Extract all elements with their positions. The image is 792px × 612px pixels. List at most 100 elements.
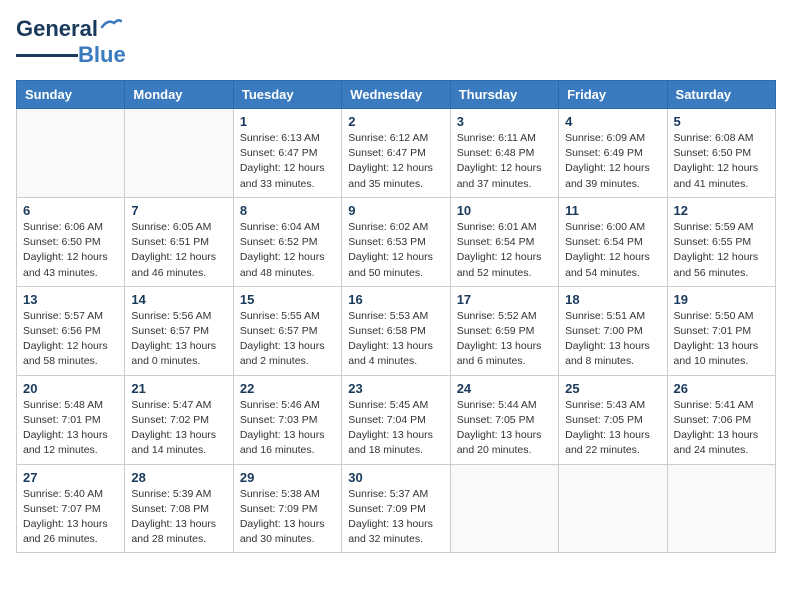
calendar-cell: 28Sunrise: 5:39 AMSunset: 7:08 PMDayligh…: [125, 464, 233, 553]
day-info: Sunrise: 6:01 AMSunset: 6:54 PMDaylight:…: [457, 220, 552, 281]
day-number: 9: [348, 203, 443, 218]
day-info: Sunrise: 6:00 AMSunset: 6:54 PMDaylight:…: [565, 220, 660, 281]
week-row-3: 13 Sunrise: 5:57 AMSunset: 6:56 PMDayligh…: [17, 286, 776, 375]
day-number: 24: [457, 381, 552, 396]
day-info: Sunrise: 5:50 AMSunset: 7:01 PMDaylight:…: [674, 309, 769, 370]
day-number: 14: [131, 292, 226, 307]
day-info: Sunrise: 6:05 AMSunset: 6:51 PMDaylight:…: [131, 220, 226, 281]
day-number: 19: [674, 292, 769, 307]
day-info: Sunrise: 6:04 AMSunset: 6:52 PMDaylight:…: [240, 220, 335, 281]
logo-text-general: General: [16, 16, 98, 42]
calendar-cell: 26Sunrise: 5:41 AMSunset: 7:06 PMDayligh…: [667, 375, 775, 464]
logo-text-blue: Blue: [78, 42, 126, 68]
day-info: Sunrise: 6:13 AMSunset: 6:47 PMDaylight:…: [240, 131, 335, 192]
calendar-cell: 10 Sunrise: 6:01 AMSunset: 6:54 PMDayligh…: [450, 197, 558, 286]
weekday-header-monday: Monday: [125, 81, 233, 109]
calendar-cell: 11 Sunrise: 6:00 AMSunset: 6:54 PMDayligh…: [559, 197, 667, 286]
weekday-header-sunday: Sunday: [17, 81, 125, 109]
calendar-cell: 3 Sunrise: 6:11 AMSunset: 6:48 PMDaylight…: [450, 109, 558, 198]
week-row-1: 1 Sunrise: 6:13 AMSunset: 6:47 PMDaylight…: [17, 109, 776, 198]
calendar-cell: 15Sunrise: 5:55 AMSunset: 6:57 PMDayligh…: [233, 286, 341, 375]
week-row-4: 20 Sunrise: 5:48 AMSunset: 7:01 PMDayligh…: [17, 375, 776, 464]
day-info: Sunrise: 5:40 AMSunset: 7:07 PMDaylight:…: [23, 487, 118, 548]
day-number: 17: [457, 292, 552, 307]
day-number: 13: [23, 292, 118, 307]
calendar-cell: 8Sunrise: 6:04 AMSunset: 6:52 PMDaylight…: [233, 197, 341, 286]
day-info: Sunrise: 5:55 AMSunset: 6:57 PMDaylight:…: [240, 309, 335, 370]
day-number: 28: [131, 470, 226, 485]
day-info: Sunrise: 5:46 AMSunset: 7:03 PMDaylight:…: [240, 398, 335, 459]
day-number: 6: [23, 203, 118, 218]
day-number: 29: [240, 470, 335, 485]
day-info: Sunrise: 5:44 AMSunset: 7:05 PMDaylight:…: [457, 398, 552, 459]
calendar-cell: 23 Sunrise: 5:45 AMSunset: 7:04 PMDayligh…: [342, 375, 450, 464]
calendar-cell: 24 Sunrise: 5:44 AMSunset: 7:05 PMDayligh…: [450, 375, 558, 464]
logo: General Blue: [16, 16, 126, 68]
day-number: 18: [565, 292, 660, 307]
weekday-header-row: SundayMondayTuesdayWednesdayThursdayFrid…: [17, 81, 776, 109]
day-number: 12: [674, 203, 769, 218]
day-number: 21: [131, 381, 226, 396]
day-number: 27: [23, 470, 118, 485]
day-info: Sunrise: 6:09 AMSunset: 6:49 PMDaylight:…: [565, 131, 660, 192]
calendar-cell: 20 Sunrise: 5:48 AMSunset: 7:01 PMDayligh…: [17, 375, 125, 464]
day-info: Sunrise: 5:56 AMSunset: 6:57 PMDaylight:…: [131, 309, 226, 370]
day-info: Sunrise: 5:47 AMSunset: 7:02 PMDaylight:…: [131, 398, 226, 459]
calendar-table: SundayMondayTuesdayWednesdayThursdayFrid…: [16, 80, 776, 553]
day-number: 20: [23, 381, 118, 396]
day-info: Sunrise: 5:37 AMSunset: 7:09 PMDaylight:…: [348, 487, 443, 548]
day-info: Sunrise: 5:52 AMSunset: 6:59 PMDaylight:…: [457, 309, 552, 370]
weekday-header-saturday: Saturday: [667, 81, 775, 109]
day-info: Sunrise: 5:53 AMSunset: 6:58 PMDaylight:…: [348, 309, 443, 370]
week-row-5: 27 Sunrise: 5:40 AMSunset: 7:07 PMDayligh…: [17, 464, 776, 553]
logo-bird-icon: [100, 17, 122, 35]
day-info: Sunrise: 6:11 AMSunset: 6:48 PMDaylight:…: [457, 131, 552, 192]
day-info: Sunrise: 5:38 AMSunset: 7:09 PMDaylight:…: [240, 487, 335, 548]
weekday-header-thursday: Thursday: [450, 81, 558, 109]
calendar-cell: 18 Sunrise: 5:51 AMSunset: 7:00 PMDayligh…: [559, 286, 667, 375]
day-info: Sunrise: 5:43 AMSunset: 7:05 PMDaylight:…: [565, 398, 660, 459]
weekday-header-friday: Friday: [559, 81, 667, 109]
day-info: Sunrise: 5:57 AMSunset: 6:56 PMDaylight:…: [23, 309, 118, 370]
calendar-cell: 17 Sunrise: 5:52 AMSunset: 6:59 PMDayligh…: [450, 286, 558, 375]
day-info: Sunrise: 5:51 AMSunset: 7:00 PMDaylight:…: [565, 309, 660, 370]
calendar-cell: 12 Sunrise: 5:59 AMSunset: 6:55 PMDayligh…: [667, 197, 775, 286]
calendar-cell: [559, 464, 667, 553]
calendar-cell: 7 Sunrise: 6:05 AMSunset: 6:51 PMDaylight…: [125, 197, 233, 286]
week-row-2: 6 Sunrise: 6:06 AMSunset: 6:50 PMDaylight…: [17, 197, 776, 286]
day-number: 11: [565, 203, 660, 218]
day-number: 10: [457, 203, 552, 218]
day-number: 7: [131, 203, 226, 218]
day-number: 25: [565, 381, 660, 396]
calendar-cell: 9 Sunrise: 6:02 AMSunset: 6:53 PMDaylight…: [342, 197, 450, 286]
day-number: 5: [674, 114, 769, 129]
calendar-cell: [450, 464, 558, 553]
page-header: General Blue: [16, 16, 776, 68]
day-info: Sunrise: 5:41 AMSunset: 7:06 PMDaylight:…: [674, 398, 769, 459]
weekday-header-tuesday: Tuesday: [233, 81, 341, 109]
day-info: Sunrise: 6:02 AMSunset: 6:53 PMDaylight:…: [348, 220, 443, 281]
day-info: Sunrise: 5:59 AMSunset: 6:55 PMDaylight:…: [674, 220, 769, 281]
day-number: 2: [348, 114, 443, 129]
calendar-cell: 13 Sunrise: 5:57 AMSunset: 6:56 PMDayligh…: [17, 286, 125, 375]
calendar-cell: 30 Sunrise: 5:37 AMSunset: 7:09 PMDayligh…: [342, 464, 450, 553]
day-number: 1: [240, 114, 335, 129]
calendar-cell: 27 Sunrise: 5:40 AMSunset: 7:07 PMDayligh…: [17, 464, 125, 553]
calendar-cell: 2 Sunrise: 6:12 AMSunset: 6:47 PMDaylight…: [342, 109, 450, 198]
calendar-cell: 22 Sunrise: 5:46 AMSunset: 7:03 PMDayligh…: [233, 375, 341, 464]
day-number: 22: [240, 381, 335, 396]
calendar-cell: 4 Sunrise: 6:09 AMSunset: 6:49 PMDaylight…: [559, 109, 667, 198]
weekday-header-wednesday: Wednesday: [342, 81, 450, 109]
day-number: 23: [348, 381, 443, 396]
day-info: Sunrise: 5:48 AMSunset: 7:01 PMDaylight:…: [23, 398, 118, 459]
calendar-cell: 29 Sunrise: 5:38 AMSunset: 7:09 PMDayligh…: [233, 464, 341, 553]
day-info: Sunrise: 6:12 AMSunset: 6:47 PMDaylight:…: [348, 131, 443, 192]
day-number: 3: [457, 114, 552, 129]
day-info: Sunrise: 5:45 AMSunset: 7:04 PMDaylight:…: [348, 398, 443, 459]
calendar-cell: 1 Sunrise: 6:13 AMSunset: 6:47 PMDaylight…: [233, 109, 341, 198]
day-number: 4: [565, 114, 660, 129]
calendar-cell: 16Sunrise: 5:53 AMSunset: 6:58 PMDayligh…: [342, 286, 450, 375]
calendar-cell: [125, 109, 233, 198]
day-info: Sunrise: 6:06 AMSunset: 6:50 PMDaylight:…: [23, 220, 118, 281]
day-number: 30: [348, 470, 443, 485]
